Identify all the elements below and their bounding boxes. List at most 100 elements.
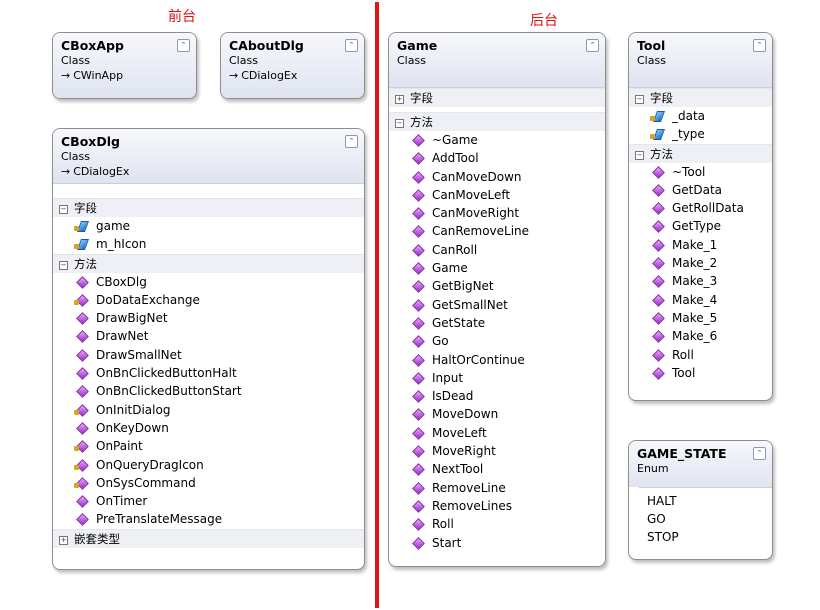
method-item[interactable]: Tool bbox=[629, 364, 772, 382]
method-item[interactable]: GetRollData bbox=[629, 199, 772, 217]
method-item[interactable]: ~Game bbox=[389, 131, 605, 149]
method-item[interactable]: OnTimer bbox=[53, 492, 364, 510]
method-item[interactable]: Roll bbox=[629, 346, 772, 364]
class-kind: Class bbox=[61, 150, 90, 163]
section-fields[interactable]: − 字段 bbox=[629, 88, 772, 107]
section-methods[interactable]: − 方法 bbox=[389, 112, 605, 131]
method-item[interactable]: RemoveLine bbox=[389, 479, 605, 497]
base-class: → CDialogEx bbox=[229, 68, 356, 83]
method-name: NextTool bbox=[432, 462, 484, 477]
method-item[interactable]: GetType bbox=[629, 217, 772, 235]
method-item[interactable]: CanMoveLeft bbox=[389, 186, 605, 204]
method-item[interactable]: PreTranslateMessage bbox=[53, 510, 364, 528]
method-item[interactable]: OnBnClickedButtonStart bbox=[53, 382, 364, 400]
box-header: Game Class ⌃ bbox=[389, 33, 605, 88]
expand-plus-icon[interactable]: + bbox=[59, 535, 68, 545]
method-item[interactable]: Make_2 bbox=[629, 254, 772, 272]
class-box-caboutdlg[interactable]: CAboutDlg Class → CDialogEx ⌃ bbox=[220, 32, 365, 99]
method-item[interactable]: MoveDown bbox=[389, 405, 605, 423]
class-box-cboxdlg[interactable]: CBoxDlg Class → CDialogEx ⌃ − 字段 game m_hIc… bbox=[52, 128, 365, 570]
class-box-cboxapp[interactable]: CBoxApp Class → CWinApp ⌃ bbox=[52, 32, 197, 99]
method-item[interactable]: Roll bbox=[389, 515, 605, 533]
method-item[interactable]: CBoxDlg bbox=[53, 273, 364, 291]
method-item[interactable]: Make_5 bbox=[629, 309, 772, 327]
collapse-minus-icon[interactable]: − bbox=[395, 119, 404, 128]
method-name: Start bbox=[432, 535, 462, 550]
section-methods[interactable]: − 方法 bbox=[53, 253, 364, 273]
method-item[interactable]: GetState bbox=[389, 314, 605, 332]
enum-value: GO bbox=[647, 512, 666, 526]
method-list: CBoxDlg DoDataExchange DrawBigNet DrawNet Dr… bbox=[53, 273, 364, 529]
method-item[interactable]: GetBigNet bbox=[389, 277, 605, 295]
method-item[interactable]: DrawSmallNet bbox=[53, 346, 364, 364]
collapse-icon[interactable]: ⌃ bbox=[586, 39, 599, 52]
field-item[interactable]: m_hIcon bbox=[53, 235, 364, 253]
method-item[interactable]: OnInitDialog bbox=[53, 401, 364, 419]
method-icon bbox=[413, 464, 423, 474]
method-item[interactable]: Make_4 bbox=[629, 291, 772, 309]
collapse-icon[interactable]: ⌃ bbox=[753, 39, 766, 52]
method-item[interactable]: AddTool bbox=[389, 149, 605, 167]
method-item[interactable]: RemoveLines bbox=[389, 497, 605, 515]
collapse-minus-icon[interactable]: − bbox=[635, 95, 644, 104]
base-class-name: CDialogEx bbox=[73, 165, 130, 178]
section-fields[interactable]: − 字段 bbox=[53, 198, 364, 217]
method-item[interactable]: OnKeyDown bbox=[53, 419, 364, 437]
collapse-icon[interactable]: ⌃ bbox=[345, 39, 358, 52]
collapse-minus-icon[interactable]: − bbox=[59, 260, 68, 270]
method-icon bbox=[77, 514, 87, 524]
method-item[interactable]: MoveLeft bbox=[389, 424, 605, 442]
method-item[interactable]: CanRemoveLine bbox=[389, 222, 605, 240]
method-item[interactable]: DrawNet bbox=[53, 327, 364, 345]
field-item[interactable]: _type bbox=[629, 125, 772, 143]
method-item[interactable]: Input bbox=[389, 369, 605, 387]
method-icon bbox=[653, 331, 663, 341]
method-item[interactable]: CanRoll bbox=[389, 241, 605, 259]
method-item[interactable]: GetSmallNet bbox=[389, 296, 605, 314]
box-header: Tool Class ⌃ bbox=[629, 33, 772, 88]
back-heading: 后台 bbox=[530, 13, 558, 29]
method-item[interactable]: IsDead bbox=[389, 387, 605, 405]
method-icon bbox=[413, 501, 423, 511]
method-item[interactable]: DoDataExchange bbox=[53, 291, 364, 309]
collapse-minus-icon[interactable]: − bbox=[59, 205, 68, 214]
method-name: Input bbox=[432, 370, 464, 385]
method-item[interactable]: OnQueryDragIcon bbox=[53, 456, 364, 474]
collapse-minus-icon[interactable]: − bbox=[635, 150, 644, 160]
method-item[interactable]: DrawBigNet bbox=[53, 309, 364, 327]
method-item[interactable]: HaltOrContinue bbox=[389, 351, 605, 369]
method-item[interactable]: MoveRight bbox=[389, 442, 605, 460]
class-title: CBoxApp bbox=[61, 38, 124, 53]
method-item[interactable]: OnSysCommand bbox=[53, 474, 364, 492]
collapse-icon[interactable]: ⌃ bbox=[177, 39, 190, 52]
method-name: IsDead bbox=[432, 389, 474, 404]
section-nested-types[interactable]: + 嵌套类型 bbox=[53, 528, 364, 548]
method-item[interactable]: ~Tool bbox=[629, 163, 772, 181]
class-kind: Class bbox=[61, 54, 90, 67]
field-item[interactable]: _data bbox=[629, 107, 772, 125]
class-box-tool[interactable]: Tool Class ⌃ − 字段 _data _type − 方法 ~Tool Get… bbox=[628, 32, 773, 401]
section-fields[interactable]: + 字段 bbox=[389, 88, 605, 107]
method-item[interactable]: Make_6 bbox=[629, 327, 772, 345]
method-icon bbox=[413, 208, 423, 218]
method-item[interactable]: Game bbox=[389, 259, 605, 277]
method-item[interactable]: CanMoveRight bbox=[389, 204, 605, 222]
class-box-game[interactable]: Game Class ⌃ + 字段 − 方法 ~Game AddTool CanMove… bbox=[388, 32, 606, 567]
method-item[interactable]: Make_3 bbox=[629, 272, 772, 290]
section-methods[interactable]: − 方法 bbox=[629, 143, 772, 163]
collapse-icon[interactable]: ⌃ bbox=[753, 447, 766, 460]
class-kind: Class bbox=[637, 54, 666, 67]
method-item[interactable]: GetData bbox=[629, 181, 772, 199]
method-item[interactable]: Go bbox=[389, 332, 605, 350]
method-item[interactable]: Start bbox=[389, 534, 605, 552]
enum-box-game-state[interactable]: GAME_STATE Enum ⌃ HALT GO STOP bbox=[628, 440, 773, 560]
method-item[interactable]: OnBnClickedButtonHalt bbox=[53, 364, 364, 382]
method-item[interactable]: OnPaint bbox=[53, 437, 364, 455]
method-icon bbox=[413, 318, 423, 328]
method-item[interactable]: CanMoveDown bbox=[389, 168, 605, 186]
collapse-icon[interactable]: ⌃ bbox=[345, 135, 358, 148]
expand-plus-icon[interactable]: + bbox=[395, 95, 404, 104]
method-item[interactable]: Make_1 bbox=[629, 236, 772, 254]
method-item[interactable]: NextTool bbox=[389, 460, 605, 478]
field-item[interactable]: game bbox=[53, 217, 364, 235]
